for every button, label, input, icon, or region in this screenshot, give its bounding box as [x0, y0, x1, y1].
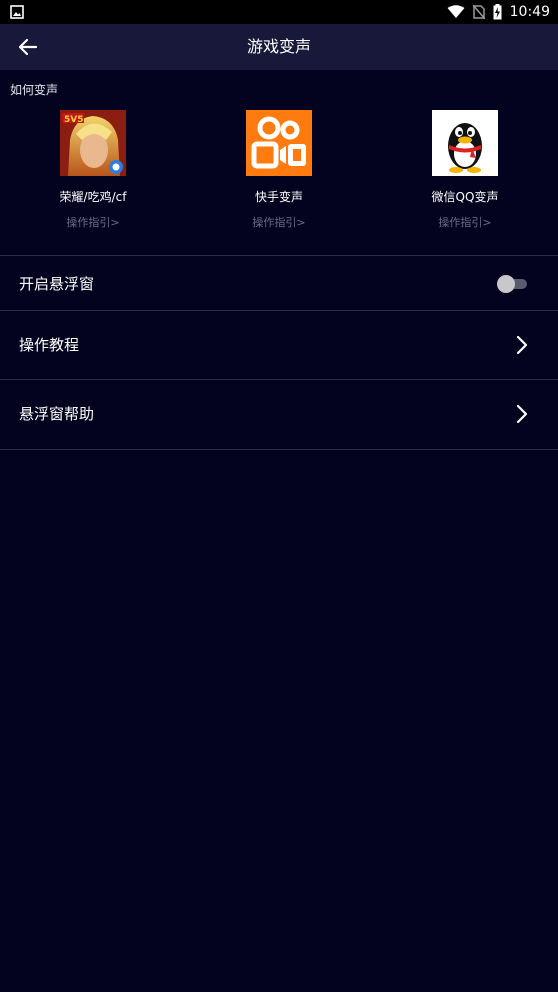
no-sim-icon — [472, 5, 485, 19]
battery-charging-icon — [493, 4, 502, 20]
app-name: 快手变声 — [254, 190, 303, 204]
chevron-right-icon — [516, 335, 528, 355]
qq-penguin-icon — [432, 110, 498, 176]
floating-window-row: 开启悬浮窗 — [0, 256, 558, 310]
app-name: 微信QQ变声 — [431, 190, 499, 204]
game-hero-icon: 5V5 — [60, 110, 126, 176]
divider — [0, 449, 558, 450]
tutorial-row[interactable]: 操作教程 — [0, 311, 558, 379]
kuaishou-icon — [246, 110, 312, 176]
app-guides: 5V5 荣耀/吃鸡/cf 操作指引> 快手变声 操作指引> 微信QQ变声 操作指… — [0, 110, 558, 240]
status-bar: 10:49 — [0, 0, 558, 24]
app-card-kuaishou[interactable]: 快手变声 操作指引> — [209, 110, 349, 230]
guide-link[interactable]: 操作指引> — [395, 214, 535, 230]
app-bar: 游戏变声 — [0, 24, 558, 70]
image-icon — [10, 5, 24, 19]
guide-link[interactable]: 操作指引> — [23, 214, 163, 230]
floating-window-toggle[interactable] — [497, 275, 529, 293]
tutorial-label: 操作教程 — [19, 336, 80, 354]
guide-link[interactable]: 操作指引> — [209, 214, 349, 230]
app-name: 荣耀/吃鸡/cf — [59, 190, 127, 204]
clock: 10:49 — [509, 4, 550, 20]
app-card-wechat-qq[interactable]: 微信QQ变声 操作指引> — [395, 110, 535, 230]
floating-window-label: 开启悬浮窗 — [19, 275, 95, 293]
toggle-knob — [497, 275, 515, 293]
page-title: 游戏变声 — [246, 37, 311, 56]
floating-help-row[interactable]: 悬浮窗帮助 — [0, 380, 558, 448]
floating-help-label: 悬浮窗帮助 — [19, 405, 95, 423]
app-card-games[interactable]: 5V5 荣耀/吃鸡/cf 操作指引> — [23, 110, 163, 230]
wifi-icon — [447, 5, 465, 18]
chevron-right-icon — [516, 404, 528, 424]
svg-text:5V5: 5V5 — [64, 115, 84, 125]
section-label: 如何变声 — [10, 83, 59, 97]
